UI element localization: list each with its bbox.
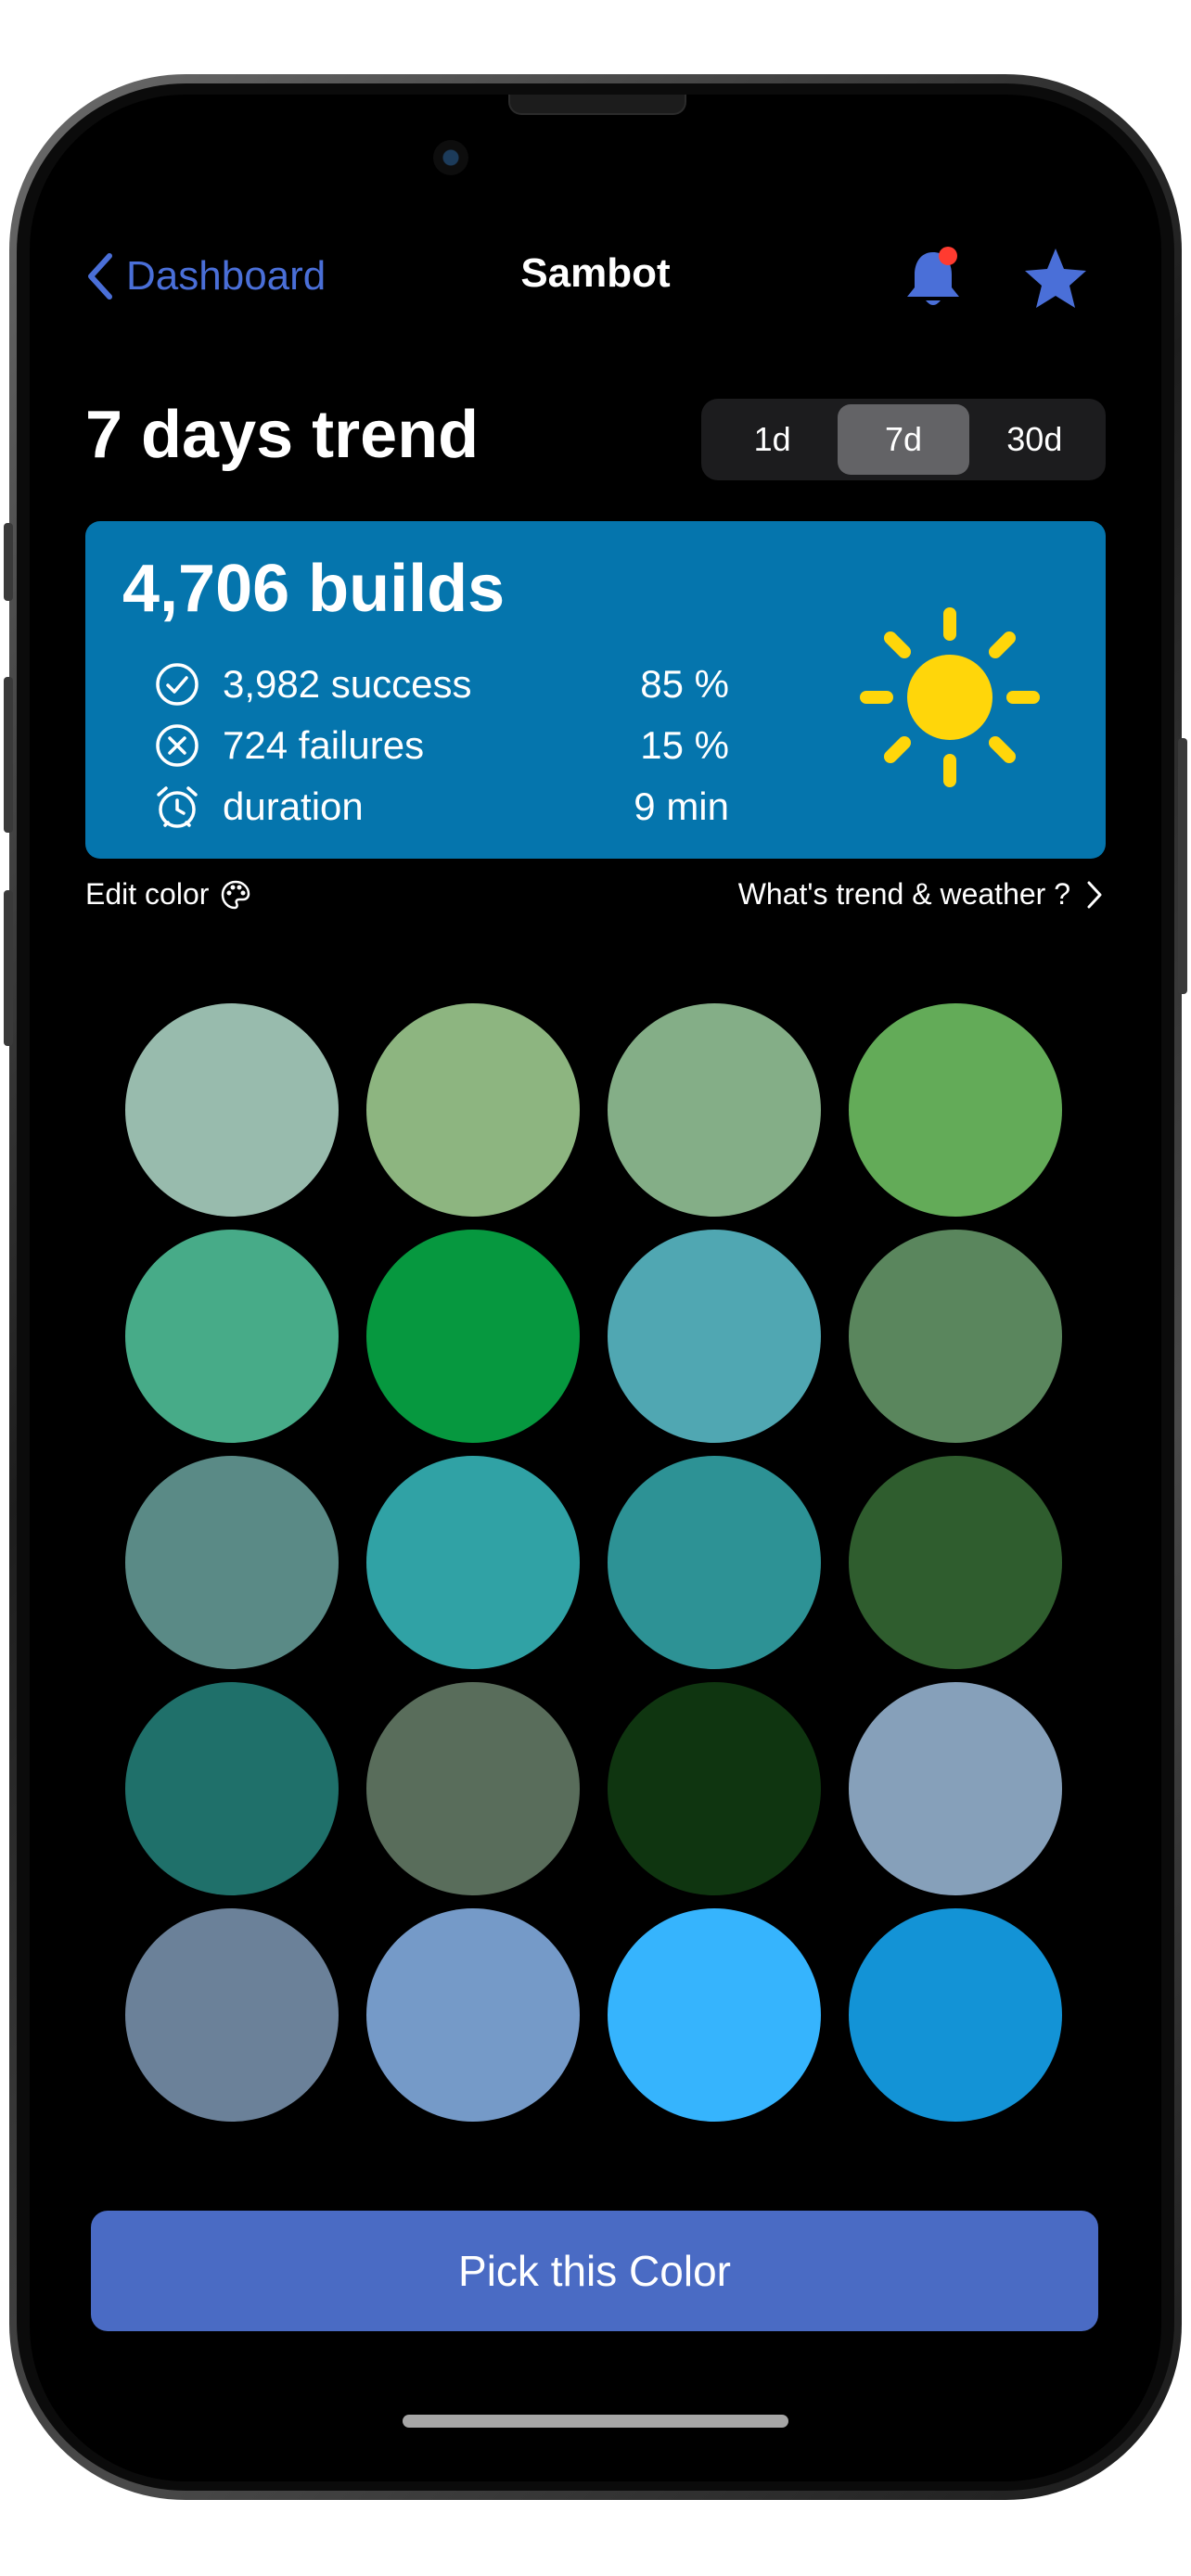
chevron-right-icon [1087,881,1102,908]
color-swatch[interactable] [366,1456,580,1669]
stat-row-duration: duration 9 min [154,779,729,835]
edit-color-link[interactable]: Edit color [85,877,251,912]
color-swatch[interactable] [608,1003,821,1217]
home-indicator[interactable] [403,2415,788,2428]
favorite-button[interactable] [1022,245,1089,312]
color-swatch[interactable] [849,1682,1062,1895]
notifications-button[interactable] [902,245,965,312]
duration-label: duration [223,784,364,828]
color-swatch[interactable] [849,1230,1062,1443]
earpiece-speaker [508,95,686,115]
card-links: Edit color What's trend & weather ? [85,877,1106,912]
segment-1d[interactable]: 1d [707,404,838,475]
color-swatch[interactable] [366,1682,580,1895]
period-segmented-control: 1d 7d 30d [701,399,1106,480]
side-button-volume-down [4,890,13,1046]
chevron-left-icon [88,253,112,300]
back-button[interactable]: Dashboard [85,252,326,300]
color-swatch[interactable] [366,1003,580,1217]
page-title: 7 days trend [85,398,480,472]
trend-weather-link[interactable]: What's trend & weather ? [738,877,1106,912]
segment-30d[interactable]: 30d [969,404,1100,475]
summary-card: 4,706 builds 3,982 success 85 % 724 fail… [85,521,1106,859]
color-swatch[interactable] [125,1456,339,1669]
color-swatch[interactable] [849,1456,1062,1669]
pick-color-button[interactable]: Pick this Color [91,2211,1098,2331]
builds-count: 4,706 builds [122,552,506,626]
color-swatch[interactable] [608,1456,821,1669]
failures-label: 724 failures [223,723,425,767]
failures-percent: 15 % [640,723,729,767]
side-button-mute [4,523,13,601]
side-button-volume-up [4,677,13,833]
stat-row-failures: 724 failures 15 % [154,718,729,773]
edit-color-label: Edit color [85,877,210,911]
phone-screen: Dashboard Sambot 7 days trend 1d 7d 30d … [30,95,1161,2481]
alarm-clock-icon [157,786,198,828]
notification-badge [939,247,957,265]
color-swatch[interactable] [608,1230,821,1443]
bell-icon [907,247,959,305]
x-circle-icon [156,724,198,767]
color-swatch[interactable] [125,1230,339,1443]
sun-icon [860,607,1040,787]
stat-row-success: 3,982 success 85 % [154,657,729,712]
color-swatch[interactable] [849,1908,1062,2122]
side-button-power [1178,738,1187,994]
color-swatch[interactable] [125,1003,339,1217]
duration-value: 9 min [634,784,729,828]
color-swatch[interactable] [608,1908,821,2122]
star-icon [1025,249,1086,308]
back-button-label: Dashboard [126,253,327,299]
segment-7d[interactable]: 7d [838,404,969,475]
color-swatch[interactable] [366,1230,580,1443]
color-swatch[interactable] [125,1682,339,1895]
color-swatch[interactable] [608,1682,821,1895]
check-circle-icon [156,663,198,706]
success-percent: 85 % [640,662,729,706]
color-swatch[interactable] [125,1908,339,2122]
color-swatch[interactable] [366,1908,580,2122]
palette-icon [222,880,250,909]
navigation-bar: Dashboard Sambot [30,167,1161,308]
color-swatch[interactable] [849,1003,1062,1217]
trend-weather-label: What's trend & weather ? [737,877,1070,911]
success-label: 3,982 success [223,662,472,706]
